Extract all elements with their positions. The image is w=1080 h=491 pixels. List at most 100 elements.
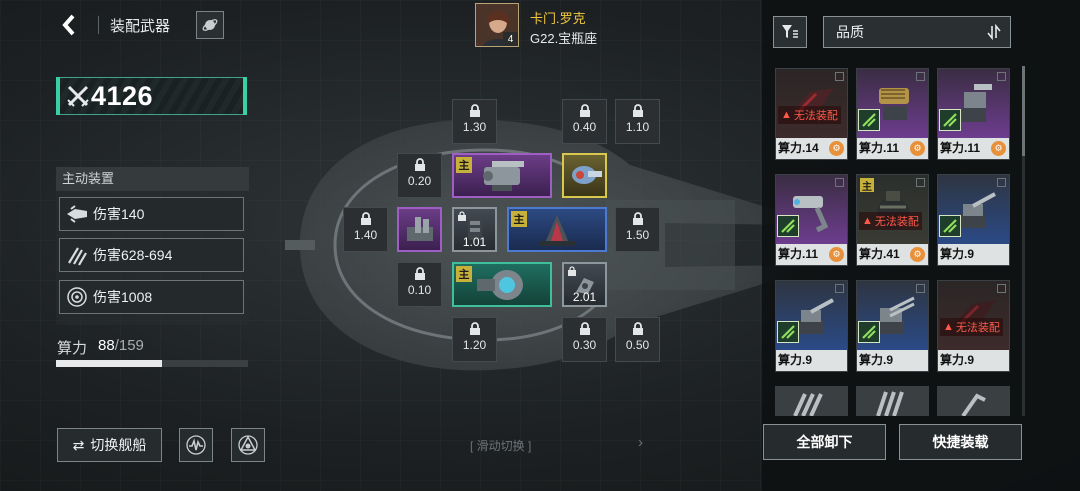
sort-label: 品质 xyxy=(836,24,864,40)
select-checkbox[interactable] xyxy=(835,178,844,187)
inventory-card-partial[interactable] xyxy=(775,386,848,416)
unequip-all-button[interactable]: 全部卸下 xyxy=(763,424,886,460)
waveform-button[interactable] xyxy=(179,428,213,462)
lock-icon xyxy=(579,322,590,335)
locked-slot[interactable]: 1.30 xyxy=(452,99,497,144)
emblem-button[interactable] xyxy=(231,428,265,462)
weapon-slot-reactor-cannon[interactable]: 主 xyxy=(452,262,552,307)
gear-icon: ⚙ xyxy=(991,141,1006,156)
locked-slot[interactable]: 0.10 xyxy=(397,262,442,307)
main-weapon-tag: 主 xyxy=(456,266,472,282)
inventory-card-partial[interactable] xyxy=(937,386,1010,416)
slot-cost: 1.10 xyxy=(625,120,650,134)
select-checkbox[interactable] xyxy=(916,72,925,81)
locked-slot[interactable]: 1.50 xyxy=(615,207,660,252)
device-row[interactable]: 伤害1008 xyxy=(59,280,244,314)
select-checkbox[interactable] xyxy=(916,178,925,187)
device-row[interactable]: 伤害140 xyxy=(59,197,244,231)
sort-dropdown[interactable]: 品质 xyxy=(823,16,1011,48)
inventory-card[interactable]: ▲ 无法装配 算力.14 ⚙ xyxy=(775,68,848,160)
unequip-all-label: 全部卸下 xyxy=(796,434,853,450)
gear-icon: ⚙ xyxy=(829,141,844,156)
active-devices-panel: 主动装置 伤害140 伤害628-694 伤害1008 xyxy=(56,167,249,325)
captain-avatar[interactable]: 4 xyxy=(475,3,519,47)
lock-icon xyxy=(632,212,643,225)
captain-level-badge: 4 xyxy=(503,32,518,46)
device-label: 伤害1008 xyxy=(93,289,153,305)
locked-slot[interactable]: 1.40 xyxy=(343,207,388,252)
inventory-card[interactable]: 算力.9 xyxy=(775,280,848,372)
swap-arrows-icon: ⇄ xyxy=(72,436,85,453)
planet-orbit-button[interactable] xyxy=(196,11,224,39)
switch-ship-button[interactable]: ⇄ 切换舰船 xyxy=(57,428,162,462)
inventory-card[interactable]: 主 ▲ 无法装配 算力.41 ⚙ xyxy=(856,174,929,266)
slot-cost: 0.50 xyxy=(625,338,650,352)
gear-icon: ⚙ xyxy=(910,247,925,262)
inventory-card[interactable]: 算力.11 ⚙ xyxy=(856,68,929,160)
compute-label: 算力 xyxy=(57,340,88,357)
inventory-card[interactable]: 算力.11 ⚙ xyxy=(775,174,848,266)
weapon-slot-small-turret[interactable]: 2.01 xyxy=(562,262,607,307)
weapon-slot-missile-pod[interactable]: 1.01 xyxy=(452,207,497,252)
locked-slot[interactable]: 0.40 xyxy=(562,99,607,144)
lock-icon xyxy=(458,211,466,221)
weapon-slot-blue-cannon[interactable] xyxy=(562,153,607,198)
inventory-card[interactable]: 算力.9 xyxy=(937,174,1010,266)
chevron-right-icon[interactable]: › xyxy=(638,434,643,451)
cannot-equip-label: 无法装配 xyxy=(955,322,1000,334)
inventory-card[interactable]: ▲ 无法装配 算力.9 xyxy=(937,280,1010,372)
select-checkbox[interactable] xyxy=(997,178,1006,187)
compute-progress-fill xyxy=(56,360,163,367)
select-checkbox[interactable] xyxy=(916,284,925,293)
inventory-card-partial[interactable] xyxy=(856,386,929,416)
attack-type-icon xyxy=(939,109,961,131)
slot-cost: 0.30 xyxy=(572,338,597,352)
planet-orbit-icon xyxy=(202,19,218,31)
gatling-barrel-icon xyxy=(876,391,904,416)
quick-equip-button[interactable]: 快捷装载 xyxy=(899,424,1022,460)
select-checkbox[interactable] xyxy=(835,284,844,293)
weapon-slot-main-turret[interactable]: 主 xyxy=(452,153,552,198)
device-row[interactable]: 伤害628-694 xyxy=(59,238,244,272)
lock-icon xyxy=(414,267,425,280)
locked-slot[interactable]: 0.30 xyxy=(562,317,607,362)
cannot-equip-tag: ▲ 无法装配 xyxy=(778,106,841,124)
attack-type-icon xyxy=(777,321,799,343)
select-checkbox[interactable] xyxy=(997,284,1006,293)
lock-icon xyxy=(469,104,480,117)
slot-cost: 0.40 xyxy=(572,120,597,134)
select-checkbox[interactable] xyxy=(835,72,844,81)
claw-icon xyxy=(64,243,90,267)
back-button[interactable] xyxy=(58,12,80,38)
red-emitter-icon xyxy=(539,214,575,246)
swipe-hint: [ 滑动切换 ] xyxy=(470,439,532,453)
locked-slot[interactable]: 0.20 xyxy=(397,153,442,198)
slot-cost: 1.40 xyxy=(353,228,378,242)
filter-button[interactable] xyxy=(773,16,807,48)
fleet-emblem-icon xyxy=(238,435,258,455)
ring-icon xyxy=(64,285,90,309)
main-weapon-tag: 主 xyxy=(511,211,527,227)
inventory-scroll-thumb[interactable] xyxy=(1022,66,1025,156)
lock-icon xyxy=(632,322,643,335)
captain-name: 卡门.罗克 xyxy=(530,11,586,26)
page-title: 装配武器 xyxy=(110,18,171,35)
locked-slot[interactable]: 1.20 xyxy=(452,317,497,362)
cannon-barrel-icon xyxy=(961,393,986,416)
locked-slot[interactable]: 1.10 xyxy=(615,99,660,144)
weapon-slot-heavy-gun[interactable] xyxy=(397,207,442,252)
locked-slot[interactable]: 0.50 xyxy=(615,317,660,362)
twin-cannon-icon xyxy=(483,160,524,191)
select-checkbox[interactable] xyxy=(997,72,1006,81)
weapon-slot-red-emitter[interactable]: 主 xyxy=(507,207,607,252)
inventory-card[interactable]: 算力.11 ⚙ xyxy=(937,68,1010,160)
lock-icon xyxy=(632,104,643,117)
gear-icon: ⚙ xyxy=(829,247,844,262)
crossed-swords-icon xyxy=(65,83,91,109)
compute-used: 88 xyxy=(98,337,115,354)
chevron-left-icon xyxy=(62,14,75,36)
inventory-card[interactable]: 算力.9 xyxy=(856,280,929,372)
attack-type-icon xyxy=(777,215,799,237)
lock-icon xyxy=(414,158,425,171)
combat-power-value: 4126 xyxy=(91,80,154,111)
